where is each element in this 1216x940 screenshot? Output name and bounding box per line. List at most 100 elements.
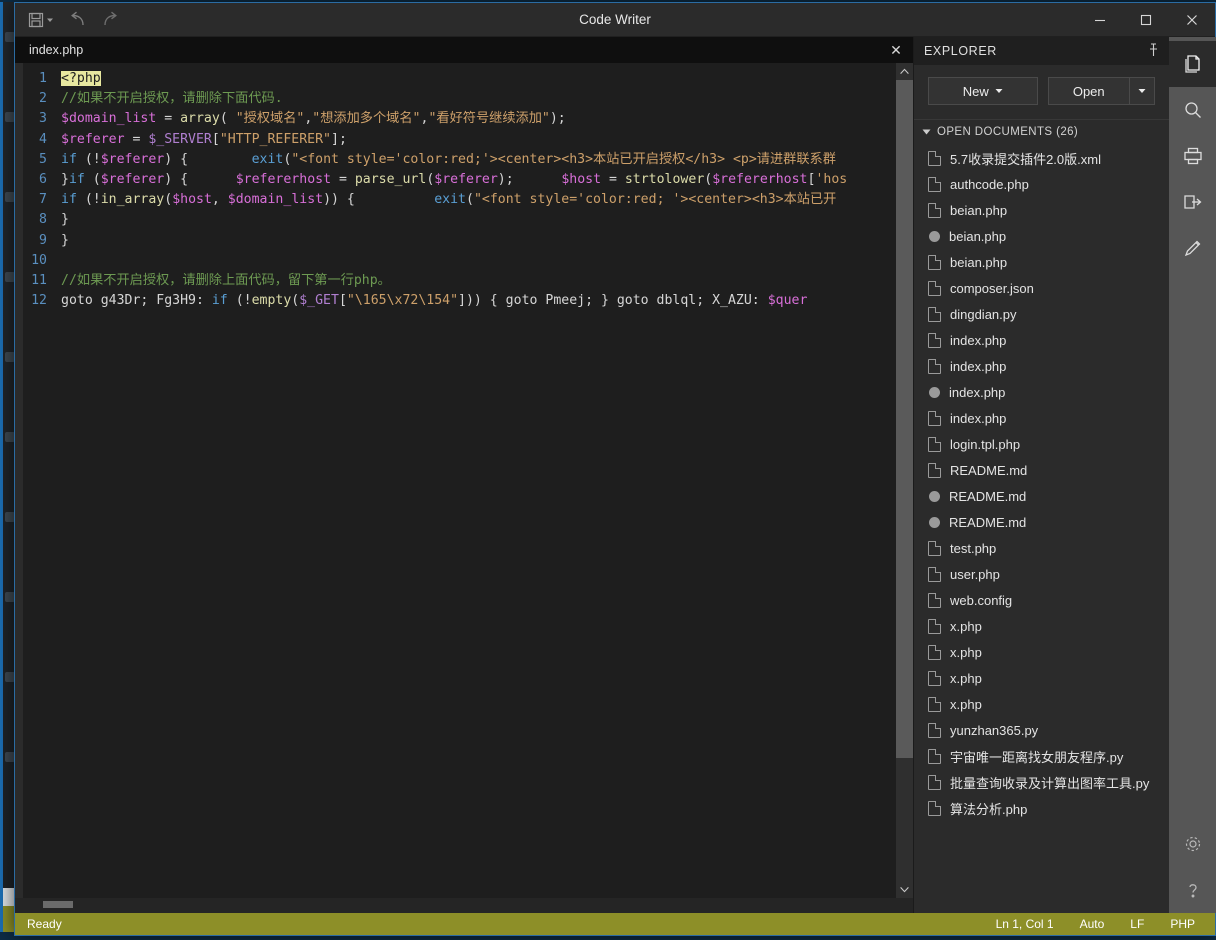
line-source[interactable]: } <box>57 231 847 251</box>
open-button[interactable]: Open <box>1048 77 1130 105</box>
print-icon[interactable] <box>1169 133 1216 179</box>
list-item[interactable]: x.php <box>914 613 1169 639</box>
file-name: index.php <box>950 359 1006 374</box>
list-item[interactable]: web.config <box>914 587 1169 613</box>
line-source[interactable]: if (!$referer) { exit("<font style='colo… <box>57 150 847 170</box>
code-token: "想添加多个域名" <box>312 111 420 126</box>
indent-mode[interactable]: Auto <box>1080 917 1105 931</box>
line-source[interactable]: } <box>57 210 847 230</box>
list-item[interactable]: 宇宙唯一距离找女朋友程序.py <box>914 743 1169 769</box>
code-token: , <box>212 192 228 207</box>
line-source[interactable]: if (!in_array($host, $domain_list)) { ex… <box>57 190 847 210</box>
save-dropdown-arrow[interactable] <box>46 16 54 24</box>
documents-icon[interactable] <box>1169 41 1216 87</box>
line-source[interactable] <box>57 251 847 271</box>
pencil-icon[interactable] <box>1169 225 1216 271</box>
list-item[interactable]: authcode.php <box>914 171 1169 197</box>
explorer-title: EXPLORER <box>924 44 997 58</box>
list-item[interactable]: beian.php <box>914 197 1169 223</box>
scrollbar-thumb[interactable] <box>896 80 913 758</box>
list-item[interactable]: beian.php <box>914 223 1169 249</box>
list-item[interactable]: login.tpl.php <box>914 431 1169 457</box>
list-item[interactable]: index.php <box>914 353 1169 379</box>
language-mode[interactable]: PHP <box>1170 917 1195 931</box>
status-message: Ready <box>27 917 62 931</box>
list-item[interactable]: index.php <box>914 379 1169 405</box>
file-icon <box>928 619 941 634</box>
line-source[interactable]: //如果不开启授权，请删除上面代码，留下第一行php。 <box>57 271 847 291</box>
code-token: $quer <box>768 293 808 308</box>
list-item[interactable]: README.md <box>914 509 1169 535</box>
file-icon <box>928 177 941 192</box>
line-number: 3 <box>23 109 57 129</box>
code-editor[interactable]: 1<?php2//如果不开启授权，请删除下面代码.3$domain_list =… <box>23 63 896 898</box>
list-item[interactable]: index.php <box>914 405 1169 431</box>
list-item[interactable]: README.md <box>914 483 1169 509</box>
list-item[interactable]: beian.php <box>914 249 1169 275</box>
list-item[interactable]: x.php <box>914 639 1169 665</box>
list-item[interactable]: 算法分析.php <box>914 795 1169 821</box>
list-item[interactable]: dingdian.py <box>914 301 1169 327</box>
file-name: x.php <box>950 671 982 686</box>
code-token: $refererhost <box>236 172 331 187</box>
pin-icon[interactable] <box>1148 43 1159 60</box>
file-name: beian.php <box>950 203 1007 218</box>
editor-vertical-scrollbar[interactable] <box>896 63 913 898</box>
close-button[interactable] <box>1169 3 1215 37</box>
cursor-position[interactable]: Ln 1, Col 1 <box>996 917 1054 931</box>
undo-button[interactable] <box>63 7 93 33</box>
code-token: exit <box>252 152 284 167</box>
list-item[interactable]: user.php <box>914 561 1169 587</box>
share-icon[interactable] <box>1169 179 1216 225</box>
redo-button[interactable] <box>95 7 125 33</box>
line-number: 9 <box>23 231 57 251</box>
code-token: exit <box>434 192 466 207</box>
code-token: "\165\x72\154" <box>347 293 458 308</box>
search-icon[interactable] <box>1169 87 1216 133</box>
code-token: [ <box>339 293 347 308</box>
file-name: user.php <box>950 567 1000 582</box>
line-source[interactable]: }if ($referer) { $refererhost = parse_ur… <box>57 170 847 190</box>
list-item[interactable]: composer.json <box>914 275 1169 301</box>
scroll-up-arrow[interactable] <box>896 63 913 80</box>
open-dropdown-arrow[interactable] <box>1129 77 1155 105</box>
open-documents-section-header[interactable]: OPEN DOCUMENTS (26) <box>914 119 1169 143</box>
line-source[interactable]: <?php <box>57 69 847 89</box>
editor-horizontal-scrollbar[interactable] <box>15 898 913 913</box>
maximize-button[interactable] <box>1123 3 1169 37</box>
list-item[interactable]: index.php <box>914 327 1169 353</box>
file-name: 算法分析.php <box>950 799 1027 818</box>
list-item[interactable]: README.md <box>914 457 1169 483</box>
code-token: if <box>69 172 85 187</box>
window-title: Code Writer <box>15 3 1215 36</box>
list-item[interactable]: x.php <box>914 691 1169 717</box>
line-number: 11 <box>23 271 57 291</box>
help-icon[interactable] <box>1169 867 1216 913</box>
code-token: in_array <box>101 192 165 207</box>
list-item[interactable]: 5.7收录提交插件2.0版.xml <box>914 145 1169 171</box>
list-item[interactable]: x.php <box>914 665 1169 691</box>
code-token: "看好符号继续添加" <box>428 111 549 126</box>
new-button[interactable]: New <box>928 77 1038 105</box>
line-source[interactable]: $domain_list = array( "授权域名","想添加多个域名","… <box>57 109 847 129</box>
scrollbar-thumb-horizontal[interactable] <box>43 901 73 908</box>
file-icon <box>928 203 941 218</box>
scroll-down-arrow[interactable] <box>896 881 913 898</box>
code-table: 1<?php2//如果不开启授权，请删除下面代码.3$domain_list =… <box>23 69 847 311</box>
code-token: empty <box>252 293 292 308</box>
line-source[interactable]: $referer = $_SERVER["HTTP_REFERER"]; <box>57 130 847 150</box>
line-source[interactable]: goto g43Dr; Fg3H9: if (!empty($_GET["\16… <box>57 291 847 311</box>
tab-index-php[interactable]: index.php <box>15 37 97 63</box>
line-source[interactable]: //如果不开启授权，请删除下面代码. <box>57 89 847 109</box>
eol-mode[interactable]: LF <box>1130 917 1144 931</box>
minimize-button[interactable] <box>1077 3 1123 37</box>
gear-icon[interactable] <box>1169 821 1216 867</box>
file-icon <box>928 671 941 686</box>
open-documents-list[interactable]: 5.7收录提交插件2.0版.xmlauthcode.phpbeian.phpbe… <box>914 143 1169 913</box>
list-item[interactable]: test.php <box>914 535 1169 561</box>
list-item[interactable]: yunzhan365.py <box>914 717 1169 743</box>
explorer-panel: EXPLORER New Open <box>913 37 1169 913</box>
save-button[interactable] <box>21 7 61 33</box>
list-item[interactable]: 批量查询收录及计算出图率工具.py <box>914 769 1169 795</box>
close-icon[interactable]: ✕ <box>879 37 913 63</box>
